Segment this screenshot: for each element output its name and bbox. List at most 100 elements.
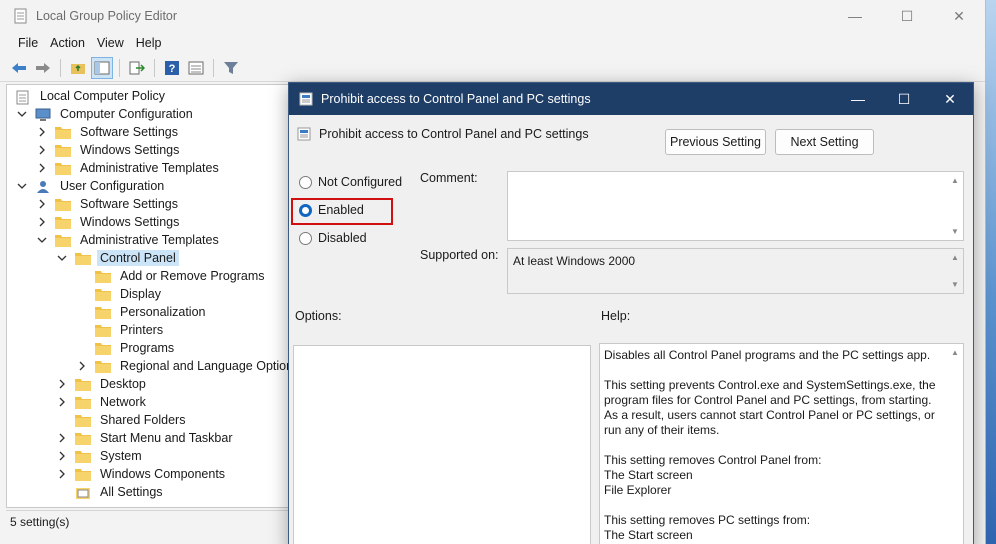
tree-item[interactable]: Windows Settings	[37, 141, 182, 159]
tree-item-label: Desktop	[100, 377, 146, 391]
tree-item[interactable]: Regional and Language Options	[77, 357, 289, 375]
help-paragraph: This setting removes Control Panel from:…	[604, 453, 822, 497]
minimize-button[interactable]: —	[829, 0, 881, 32]
forward-arrow-icon[interactable]	[32, 57, 54, 79]
radio-circle[interactable]	[299, 175, 312, 189]
dialog-maximize-button[interactable]: ☐	[881, 83, 927, 115]
tree-item[interactable]: Display	[77, 285, 164, 303]
chevron-right-icon[interactable]	[37, 163, 47, 173]
tree-item[interactable]: Personalization	[77, 303, 208, 321]
tree-item-label: Administrative Templates	[80, 161, 219, 175]
export-list-icon[interactable]	[126, 57, 148, 79]
back-arrow-icon[interactable]	[8, 57, 30, 79]
tree-item[interactable]: Administrative Templates	[37, 231, 222, 249]
chevron-right-icon[interactable]	[37, 145, 47, 155]
policy-setting-icon	[297, 127, 311, 141]
chevron-down-icon[interactable]	[17, 109, 27, 119]
supported-on-value: At least Windows 2000	[513, 254, 636, 268]
policy-editor-icon	[14, 8, 27, 24]
chevron-right-icon[interactable]	[37, 217, 47, 227]
folder-icon	[75, 396, 91, 409]
chevron-down-icon[interactable]	[17, 181, 27, 191]
tree-item[interactable]: Local Computer Policy	[15, 87, 168, 105]
help-label: Help:	[601, 309, 631, 323]
close-button[interactable]: ✕	[933, 0, 985, 32]
supported-scrollbar[interactable]: ▲ ▼	[947, 249, 963, 293]
comment-textarea[interactable]: ▲ ▼	[507, 171, 964, 241]
chevron-right-icon[interactable]	[57, 469, 67, 479]
tree-item-label: Display	[120, 287, 161, 301]
up-folder-icon[interactable]	[67, 57, 89, 79]
tree-item[interactable]: Control Panel	[57, 249, 179, 267]
tree-item-label: System	[100, 449, 142, 463]
tree-item[interactable]: Programs	[77, 339, 177, 357]
tree-item[interactable]: User Configuration	[17, 177, 167, 195]
filter-icon[interactable]	[220, 57, 242, 79]
tree-item[interactable]: All Settings	[57, 483, 166, 501]
next-setting-button[interactable]: Next Setting	[775, 129, 874, 155]
maximize-button[interactable]: ☐	[881, 0, 933, 32]
dialog-title: Prohibit access to Control Panel and PC …	[321, 92, 591, 106]
tree-item[interactable]: Computer Configuration	[17, 105, 196, 123]
show-hide-tree-icon[interactable]	[91, 56, 113, 79]
window-titlebar: Local Group Policy Editor — ☐ ✕	[0, 0, 985, 32]
policy-setting-icon	[299, 92, 313, 106]
tree-item[interactable]: Start Menu and Taskbar	[57, 429, 235, 447]
tree-item[interactable]: Windows Settings	[37, 213, 182, 231]
tree-item-label: Administrative Templates	[80, 233, 219, 247]
help-scrollbar[interactable]: ▲	[947, 344, 963, 544]
chevron-right-icon[interactable]	[37, 127, 47, 137]
help-paragraph: This setting removes PC settings from: T…	[604, 513, 811, 542]
tree-item[interactable]: Windows Components	[57, 465, 228, 483]
chevron-right-icon[interactable]	[37, 199, 47, 209]
svg-text:?: ?	[169, 63, 176, 75]
folder-icon	[55, 126, 71, 139]
chevron-down-icon[interactable]	[57, 253, 67, 263]
properties-view-icon[interactable]	[185, 57, 207, 79]
help-paragraph: This setting prevents Control.exe and Sy…	[604, 378, 936, 437]
chevron-right-icon[interactable]	[57, 451, 67, 461]
toolbar-separator	[154, 58, 155, 77]
chevron-right-icon[interactable]	[77, 361, 87, 371]
menu-help[interactable]: Help	[130, 36, 168, 50]
comment-scrollbar[interactable]: ▲ ▼	[947, 172, 963, 240]
toolbar: ?	[0, 54, 985, 82]
computer-icon	[35, 108, 51, 121]
tree-item[interactable]: Add or Remove Programs	[77, 267, 268, 285]
chevron-right-icon[interactable]	[57, 397, 67, 407]
help-icon[interactable]: ?	[161, 57, 183, 79]
tree-item-label: Computer Configuration	[60, 107, 193, 121]
tree-item[interactable]: Desktop	[57, 375, 149, 393]
tree-item[interactable]: Software Settings	[37, 195, 181, 213]
supported-on-field: At least Windows 2000 ▲ ▼	[507, 248, 964, 294]
previous-setting-button[interactable]: Previous Setting	[665, 129, 766, 155]
tree-item[interactable]: Network	[57, 393, 149, 411]
tree-item[interactable]: System	[57, 447, 145, 465]
all-settings-icon	[75, 486, 91, 499]
chevron-right-icon[interactable]	[57, 433, 67, 443]
options-pane	[293, 345, 591, 544]
folder-icon	[95, 342, 111, 355]
radio-circle[interactable]	[299, 231, 312, 245]
toolbar-separator	[119, 58, 120, 77]
radio-label: Not Configured	[318, 175, 403, 189]
tree-item-label: Windows Components	[100, 467, 226, 481]
tree-item[interactable]: Administrative Templates	[37, 159, 222, 177]
dialog-close-button[interactable]: ✕	[927, 83, 973, 115]
menu-file[interactable]: File	[12, 36, 44, 50]
tree-item-label: Network	[100, 395, 146, 409]
radio-disabled[interactable]: Disabled	[299, 231, 367, 245]
radio-not-configured[interactable]: Not Configured	[299, 175, 402, 189]
tree-item-label: Control Panel	[97, 250, 179, 266]
folder-icon	[95, 324, 111, 337]
tree-item[interactable]: Printers	[77, 321, 166, 339]
menu-view[interactable]: View	[91, 36, 130, 50]
chevron-right-icon[interactable]	[57, 379, 67, 389]
tree-item[interactable]: Shared Folders	[57, 411, 188, 429]
dialog-minimize-button[interactable]: —	[835, 83, 881, 115]
tree-item[interactable]: Software Settings	[37, 123, 181, 141]
user-icon	[35, 180, 51, 193]
chevron-down-icon[interactable]	[37, 235, 47, 245]
status-text: 5 setting(s)	[10, 514, 70, 529]
menu-action[interactable]: Action	[44, 36, 91, 50]
